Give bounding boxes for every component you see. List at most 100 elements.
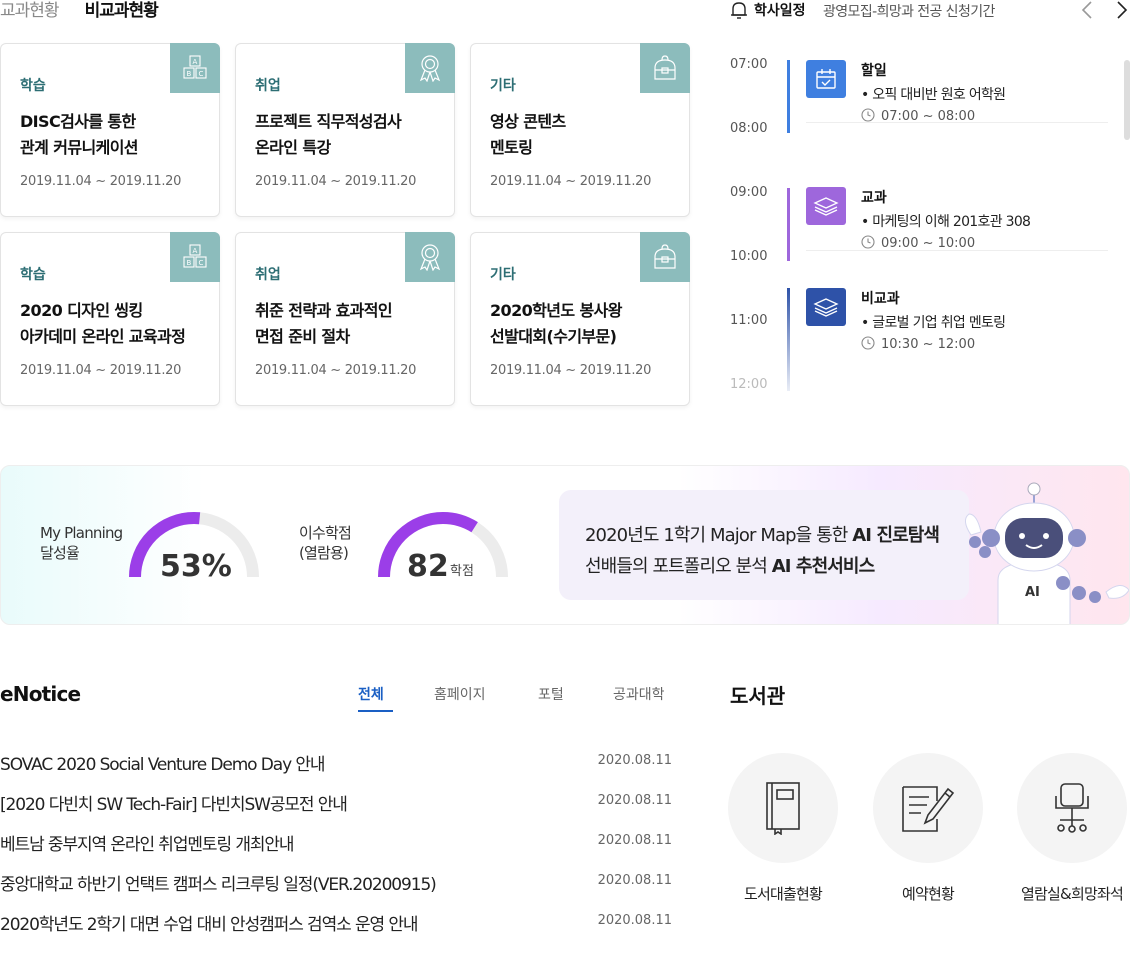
library-title: 도서관 (730, 684, 786, 708)
time-label: 12:00 (730, 377, 768, 392)
card-date: 2019.11.04 ~ 2019.11.20 (20, 363, 182, 378)
event-title: 할일 (861, 63, 887, 79)
event-time: 10:30 ~ 12:00 (861, 336, 975, 352)
event-bar (787, 188, 790, 261)
card-date: 2019.11.04 ~ 2019.11.20 (255, 174, 417, 189)
program-card[interactable]: 취업 취준 전략과 효과적인 면접 준비 절차 2019.11.04 ~ 2019… (235, 232, 455, 406)
svg-text:B: B (187, 259, 192, 267)
list-item[interactable]: 베트남 중부지역 온라인 취업멘토링 개최안내 2020.08.11 (0, 828, 672, 868)
card-title: 영상 콘텐츠 멘토링 (490, 112, 566, 157)
card-category: 학습 (20, 267, 46, 283)
time-label: 11:00 (730, 313, 768, 328)
card-category: 학습 (20, 78, 46, 94)
clock-icon (861, 235, 875, 249)
list-item[interactable]: 2020학년도 2학기 대면 수업 대비 안성캠퍼스 검역소 운영 안내 202… (0, 908, 672, 948)
library-reservation-button[interactable]: 예약현황 (853, 753, 1003, 904)
schedule-info[interactable]: 광영모집-희망과 전공 신청기간 (823, 1, 995, 21)
card-title: 프로젝트 직무적성검사 온라인 특강 (255, 112, 402, 157)
library-seat-button[interactable]: 열람실&희망좌석 (997, 753, 1130, 904)
svg-text:A: A (193, 58, 198, 66)
award-ribbon-icon (405, 232, 455, 282)
program-card[interactable]: 취업 프로젝트 직무적성검사 온라인 특강 2019.11.04 ~ 2019.1… (235, 43, 455, 217)
list-item[interactable]: SOVAC 2020 Social Venture Demo Day 안내 20… (0, 748, 672, 788)
list-item[interactable]: 중앙대학교 하반기 언택트 캠퍼스 리크루팅 일정(VER.20200915) … (0, 868, 672, 908)
tab-portal[interactable]: 포털 (538, 684, 564, 704)
abc-blocks-icon: ABC (170, 232, 220, 282)
schedule-timeline: 07:00 08:00 09:00 10:00 11:00 12:00 할일 •… (730, 55, 1130, 400)
planning-label: My Planning 달성율 (40, 524, 123, 562)
svg-text:B: B (187, 70, 192, 78)
library-item-label: 열람실&희망좌석 (1021, 885, 1124, 903)
bell-icon (730, 1, 748, 24)
schedule-event[interactable]: 할일 • 오픽 대비반 원호 어학원 07:00 ~ 08:00 (806, 60, 1108, 124)
tab-curricular[interactable]: 교과현황 (0, 0, 60, 21)
library-loan-button[interactable]: 도서대출현황 (708, 753, 858, 904)
document-pen-icon (873, 753, 983, 863)
enotice-list: SOVAC 2020 Social Venture Demo Day 안내 20… (0, 748, 672, 948)
program-card[interactable]: ABC 학습 DISC검사를 통한 관계 커뮤니케이션 2019.11.04 ~ … (0, 43, 220, 217)
card-category: 기타 (490, 78, 516, 94)
program-cards: ABC 학습 DISC검사를 통한 관계 커뮤니케이션 2019.11.04 ~ … (0, 43, 690, 406)
planning-value: 53% (160, 549, 232, 584)
card-category: 취업 (255, 78, 281, 94)
library-item-label: 도서대출현황 (743, 885, 823, 903)
ai-line-1: 2020년도 1학기 Major Map을 통한 AI 진로탐색 (585, 525, 940, 546)
schedule-event[interactable]: 비교과 • 글로벌 기업 취업 멘토링 10:30 ~ 12:00 (806, 288, 1108, 352)
ai-service-bubble[interactable]: 2020년도 1학기 Major Map을 통한 AI 진로탐색 선배들의 포트… (559, 490, 969, 600)
svg-text:A: A (193, 247, 198, 255)
notice-title[interactable]: 베트남 중부지역 온라인 취업멘토링 개최안내 (0, 830, 295, 855)
program-card[interactable]: ABC 학습 2020 디자인 씽킹 아카데미 온라인 교육과정 2019.11.… (0, 232, 220, 406)
book-stack-icon (806, 187, 846, 225)
event-time: 07:00 ~ 08:00 (861, 108, 975, 124)
event-bar (787, 288, 790, 391)
credit-value: 82 (407, 549, 449, 584)
time-label: 07:00 (730, 57, 768, 72)
chevron-left-icon[interactable] (1080, 0, 1094, 24)
program-card[interactable]: 기타 2020학년도 봉사왕 선발대회(수기부문) 2019.11.04 ~ 20… (470, 232, 690, 406)
card-category: 취업 (255, 267, 281, 283)
tab-engineering[interactable]: 공과대학 (613, 684, 665, 704)
schedule-scrollbar[interactable] (1124, 60, 1130, 140)
event-bar (787, 60, 790, 133)
svg-text:C: C (199, 70, 204, 78)
event-time: 09:00 ~ 10:00 (861, 235, 975, 251)
time-label: 09:00 (730, 185, 768, 200)
list-item[interactable]: [2020 다빈치 SW Tech-Fair] 다빈치SW공모전 안내 2020… (0, 788, 672, 828)
event-title: 비교과 (861, 291, 900, 307)
chevron-right-icon[interactable] (1115, 0, 1129, 24)
svg-text:C: C (199, 259, 204, 267)
card-title: DISC검사를 통한 관계 커뮤니케이션 (20, 112, 139, 157)
event-description: • 오픽 대비반 원호 어학원 (861, 87, 1006, 103)
schedule-label: 학사일정 (754, 3, 806, 19)
notice-date: 2020.08.11 (597, 873, 672, 888)
notice-title[interactable]: SOVAC 2020 Social Venture Demo Day 안내 (0, 750, 326, 775)
program-card[interactable]: 기타 영상 콘텐츠 멘토링 2019.11.04 ~ 2019.11.20 (470, 43, 690, 217)
tab-extracurricular[interactable]: 비교과현황 (85, 0, 159, 21)
clock-icon (861, 336, 875, 350)
clock-icon (861, 108, 875, 122)
notice-title[interactable]: 중앙대학교 하반기 언택트 캠퍼스 리크루팅 일정(VER.20200915) (0, 870, 437, 895)
svg-text:AI: AI (1025, 585, 1040, 600)
notice-title[interactable]: 2020학년도 2학기 대면 수업 대비 안성캠퍼스 검역소 운영 안내 (0, 910, 419, 935)
chair-icon (1017, 753, 1127, 863)
schedule-event[interactable]: 교과 • 마케팅의 이해 201호관 308 09:00 ~ 10:00 (806, 187, 1108, 251)
card-title: 취준 전략과 효과적인 면접 준비 절차 (255, 301, 393, 346)
notice-date: 2020.08.11 (597, 793, 672, 808)
ai-banner: My Planning 달성율 53% 이수학점 (열람용) 82 학점 2020년… (0, 465, 1130, 625)
event-description: • 글로벌 기업 취업 멘토링 (861, 315, 1006, 331)
ai-robot-icon: AI (965, 482, 1129, 624)
event-title: 교과 (861, 190, 887, 206)
credit-label: 이수학점 (열람용) (299, 524, 352, 562)
tab-homepage[interactable]: 홈페이지 (434, 684, 486, 704)
time-label: 08:00 (730, 121, 768, 136)
card-date: 2019.11.04 ~ 2019.11.20 (255, 363, 417, 378)
card-title: 2020학년도 봉사왕 선발대회(수기부문) (490, 301, 622, 346)
active-tab-underline (358, 710, 393, 712)
card-date: 2019.11.04 ~ 2019.11.20 (490, 174, 652, 189)
book-icon (728, 753, 838, 863)
notice-date: 2020.08.11 (597, 913, 672, 928)
tab-all[interactable]: 전체 (358, 684, 384, 704)
notice-title[interactable]: [2020 다빈치 SW Tech-Fair] 다빈치SW공모전 안내 (0, 790, 348, 815)
notice-date: 2020.08.11 (597, 833, 672, 848)
time-label: 10:00 (730, 249, 768, 264)
